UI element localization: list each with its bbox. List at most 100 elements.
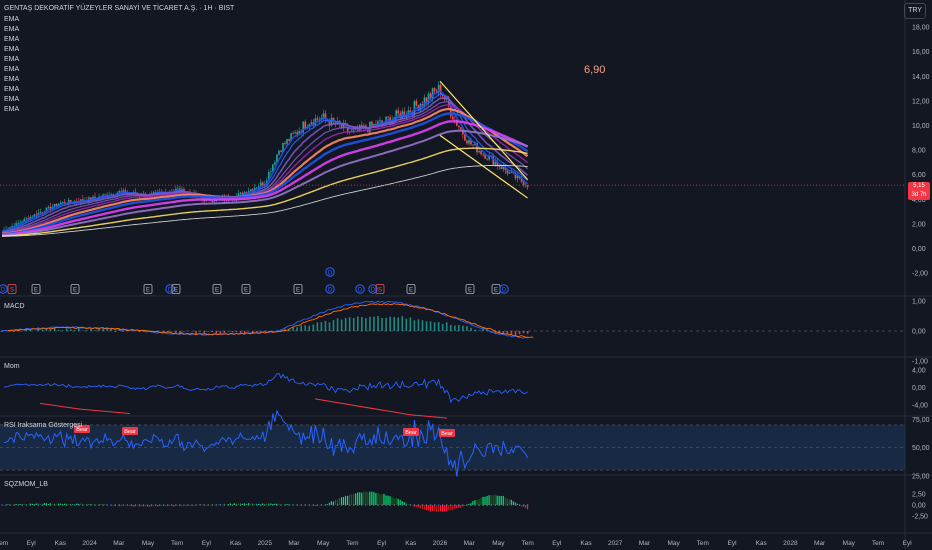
- ema-label-3[interactable]: EMA: [4, 45, 19, 55]
- sqz-dot: [490, 504, 493, 506]
- sqz-dot: [502, 504, 505, 506]
- sqz-dot: [118, 504, 121, 506]
- sqz-dot: [102, 504, 104, 506]
- sqz-histogram-bar: [152, 505, 155, 507]
- macd-histogram-bar: [397, 317, 400, 331]
- sqz-dot: [191, 504, 193, 506]
- macd-histogram-bar: [518, 331, 521, 335]
- chart-canvas[interactable]: 18,00 16,00 14,00 12,00 10,00 8,00 6,00 4,00 2,0…: [0, 0, 932, 550]
- sqz-histogram-bar: [336, 499, 339, 505]
- candle-body: [239, 192, 242, 194]
- candle-body: [387, 116, 389, 118]
- sqz-histogram-bar: [253, 503, 256, 505]
- sqz-histogram-bar: [346, 495, 349, 505]
- sqz-dot: [522, 504, 525, 506]
- macd-histogram-bar: [474, 329, 476, 331]
- sqz-histogram-bar: [353, 493, 355, 505]
- sqz-histogram-bar: [39, 503, 41, 505]
- sqz-histogram-bar: [47, 504, 49, 505]
- ema-label-5[interactable]: EMA: [4, 65, 19, 75]
- sqz-dot: [69, 504, 72, 506]
- sqz-dot: [441, 504, 444, 506]
- sqz-dot: [203, 504, 205, 506]
- sqz-dot: [106, 504, 108, 506]
- mom-tick-label: -4,00: [912, 403, 928, 410]
- sqz-dot: [514, 504, 517, 506]
- sqz-dot: [126, 504, 129, 506]
- sqz-histogram-bar: [7, 504, 9, 505]
- macd-histogram-bar: [332, 320, 335, 331]
- sqz-histogram-bar: [452, 505, 454, 511]
- sqz-dot: [199, 504, 201, 506]
- sqz-histogram-bar: [51, 504, 54, 505]
- event-marker-label: S: [10, 288, 14, 294]
- macd-tick-label: 1,00: [912, 299, 926, 306]
- event-marker-label: D: [371, 288, 376, 294]
- macd-histogram-bar: [352, 318, 355, 331]
- candle-body: [371, 121, 373, 126]
- candle-body: [25, 218, 28, 220]
- macd-histogram-bar: [207, 331, 209, 332]
- candle-body: [397, 110, 400, 114]
- sqz-histogram-bar: [504, 497, 506, 505]
- sqz-histogram-bar: [245, 504, 248, 505]
- ema-label-9[interactable]: EMA: [4, 105, 19, 115]
- time-tick-label: Kas: [756, 540, 768, 547]
- ema-label-4[interactable]: EMA: [4, 55, 19, 65]
- rsi-tick-label: 75,00: [912, 417, 930, 424]
- sqz-dot: [223, 504, 226, 506]
- sqz-histogram-bar: [492, 495, 494, 505]
- sqz-histogram-bar: [524, 505, 527, 508]
- sqz-histogram-bar: [193, 505, 195, 506]
- macd-histogram-bar: [445, 322, 448, 331]
- sqz-tick-label: 2,50: [912, 492, 926, 499]
- macd-histogram-bar: [425, 321, 428, 331]
- sqz-dot: [9, 504, 11, 506]
- sqz-histogram-bar: [456, 505, 458, 509]
- momentum-line: [3, 373, 528, 404]
- wedge-line-lower: [439, 134, 528, 199]
- sqz-dot: [328, 504, 331, 506]
- sqz-histogram-bar: [338, 498, 341, 505]
- ema-line-1: [1, 93, 528, 233]
- sqz-histogram-bar: [165, 505, 167, 506]
- sqz-dot: [134, 504, 137, 506]
- ema-label-0[interactable]: EMA: [4, 15, 19, 25]
- rsi-divergence-line: [39, 402, 81, 410]
- sqz-dot: [332, 504, 335, 506]
- sqz-histogram-bar: [377, 493, 379, 505]
- sqz-dot: [381, 504, 383, 506]
- ema-label-6[interactable]: EMA: [4, 75, 19, 85]
- sqz-dot: [158, 504, 161, 506]
- macd-histogram-bar: [458, 324, 460, 331]
- macd-histogram-bar: [433, 322, 436, 331]
- sqz-dot: [417, 504, 420, 506]
- ema-label-1[interactable]: EMA: [4, 25, 19, 35]
- sqz-dot: [389, 504, 391, 506]
- ema-label-2[interactable]: EMA: [4, 35, 19, 45]
- sqz-histogram-bar: [278, 503, 280, 505]
- candle-body: [292, 133, 294, 134]
- candle-body: [468, 140, 470, 144]
- sqz-histogram-bar: [229, 503, 231, 505]
- ema-label-8[interactable]: EMA: [4, 95, 19, 105]
- sqz-histogram-bar: [381, 494, 383, 505]
- macd-histogram-bar: [526, 331, 529, 334]
- macd-histogram-bar: [369, 316, 371, 331]
- sqz-dot: [486, 504, 488, 506]
- sqz-dot: [215, 504, 218, 506]
- sqz-dot: [227, 504, 230, 506]
- sqz-histogram-bar: [486, 496, 488, 505]
- sqz-dot: [154, 504, 157, 506]
- ema-label-7[interactable]: EMA: [4, 85, 19, 95]
- candle-body: [280, 150, 282, 152]
- time-tick-label: Mar: [113, 540, 125, 547]
- sqz-histogram-bar: [419, 505, 421, 509]
- sqz-dot: [393, 504, 395, 506]
- time-tick-label: 2026: [433, 540, 448, 547]
- sqz-dot: [29, 504, 32, 506]
- candle-body: [270, 171, 272, 173]
- sqz-dot: [405, 504, 408, 506]
- currency-button[interactable]: TRY: [904, 3, 926, 19]
- time-tick-label: 2027: [608, 540, 623, 547]
